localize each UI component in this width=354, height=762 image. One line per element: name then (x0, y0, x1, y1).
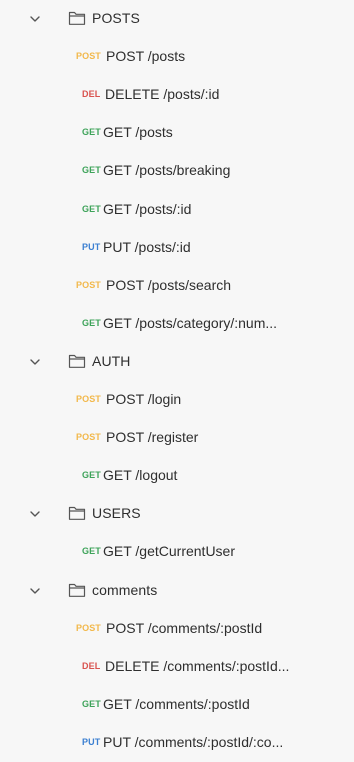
method-badge: GET (82, 127, 101, 138)
request-label: POST /comments/:postId (106, 619, 263, 636)
request-label: POST /register (106, 429, 199, 446)
request-label: GET /logout (103, 467, 178, 484)
request-label: GET /getCurrentUser (103, 543, 236, 560)
request-item[interactable]: GET GET /posts/:id (0, 191, 354, 229)
request-label: GET /posts/category/:num... (103, 314, 278, 331)
method-badge: POST (76, 432, 101, 443)
folder-posts[interactable]: POSTS (0, 0, 354, 38)
method-badge: GET (82, 317, 101, 328)
folder-icon (68, 353, 86, 369)
folder-name: POSTS (92, 10, 140, 26)
folder-icon (68, 582, 86, 598)
request-item[interactable]: PUT PUT /posts/:id (0, 229, 354, 267)
collection-tree: POSTS POST POST /posts DEL DELETE /posts/:id… (0, 0, 354, 750)
method-badge: GET (82, 203, 101, 214)
request-item[interactable]: POST POST /comments/:postId (0, 610, 354, 648)
request-item[interactable]: GET GET /posts/category/:num... (0, 305, 354, 343)
chevron-down-icon[interactable] (28, 584, 42, 598)
method-badge: GET (82, 165, 101, 176)
request-item[interactable]: GET GET /posts/breaking (0, 152, 354, 190)
request-label: GET /comments/:postId (103, 695, 250, 712)
request-item[interactable]: DEL DELETE /comments/:postId... (0, 648, 354, 686)
request-item[interactable]: GET GET /comments/:postId (0, 686, 354, 724)
request-item[interactable]: POST POST /posts (0, 38, 354, 76)
request-label: DELETE /comments/:postId... (105, 657, 290, 674)
request-item[interactable]: GET GET /getCurrentUser (0, 533, 354, 571)
request-label: PUT /comments/:postId/:co... (103, 733, 284, 750)
request-label: POST /login (106, 391, 182, 407)
folder-auth[interactable]: AUTH (0, 343, 354, 381)
folder-name: comments (92, 581, 158, 598)
folder-icon (68, 505, 86, 521)
folder-name: AUTH (92, 352, 131, 369)
request-label: PUT /posts/:id (103, 238, 191, 255)
method-badge: POST (76, 622, 101, 633)
method-badge: GET (82, 470, 101, 481)
folder-name: USERS (92, 505, 141, 522)
chevron-down-icon[interactable] (28, 507, 42, 521)
method-badge: DEL (82, 660, 101, 671)
request-label: GET /posts (103, 124, 173, 141)
request-item[interactable]: PUT PUT /comments/:postId/:co... (0, 724, 354, 762)
request-item[interactable]: GET GET /logout (0, 457, 354, 495)
method-badge: PUT (82, 736, 101, 747)
method-badge: GET (82, 546, 101, 557)
method-badge: DEL (82, 89, 101, 100)
method-badge: GET (82, 698, 101, 709)
request-item[interactable]: DEL DELETE /posts/:id (0, 76, 354, 114)
method-badge: PUT (82, 241, 101, 252)
request-item[interactable]: POST POST /posts/search (0, 267, 354, 305)
chevron-down-icon[interactable] (28, 355, 42, 369)
request-label: POST /posts (106, 48, 186, 65)
request-item[interactable]: POST POST /register (0, 419, 354, 457)
method-badge: POST (76, 279, 101, 290)
request-label: POST /posts/search (106, 276, 232, 293)
folder-comments[interactable]: comments (0, 572, 354, 610)
chevron-down-icon[interactable] (28, 12, 42, 26)
request-label: DELETE /posts/:id (105, 86, 220, 103)
folder-users[interactable]: USERS (0, 495, 354, 533)
method-badge: POST (76, 51, 101, 62)
request-label: GET /posts/:id (103, 200, 192, 217)
request-item[interactable]: GET GET /posts (0, 114, 354, 152)
request-item[interactable]: POST POST /login (0, 381, 354, 419)
request-label: GET /posts/breaking (103, 162, 231, 179)
method-badge: POST (76, 394, 101, 404)
folder-icon (68, 10, 86, 26)
